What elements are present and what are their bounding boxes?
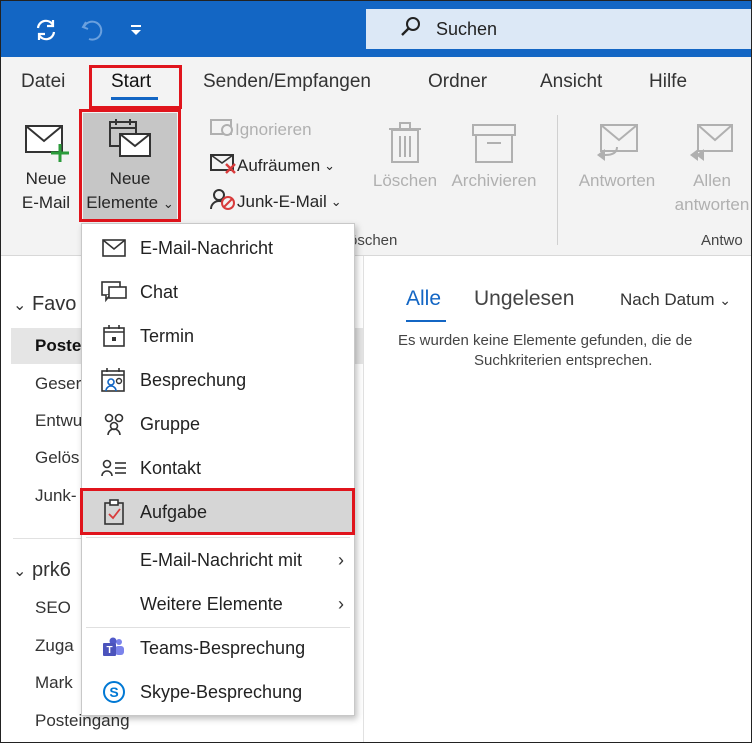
- folder-item-zuga[interactable]: Zuga: [35, 636, 74, 656]
- folder-item-sent[interactable]: Geser: [35, 374, 81, 394]
- menu-item-meeting[interactable]: Besprechung: [82, 358, 354, 402]
- teams-icon: T: [100, 635, 128, 661]
- highlight-start-tab: [89, 65, 182, 109]
- account-header[interactable]: ⌄ prk6: [13, 559, 71, 582]
- message-list: Alle Ungelesen Nach Datum ⌄ Es wurden ke…: [364, 256, 751, 742]
- menu-item-chat[interactable]: Chat: [82, 270, 354, 314]
- highlight-new-items-button: [79, 109, 181, 222]
- meeting-icon: [100, 367, 128, 393]
- junk-button[interactable]: Junk-E-Mail ⌄: [209, 187, 342, 216]
- archive-button[interactable]: Archivieren: [445, 117, 543, 193]
- folder-item-inbox[interactable]: Poste: [35, 336, 81, 356]
- outlook-window: Suchen Datei Start Senden/Empfangen Ordn…: [0, 0, 752, 743]
- mail-icon: [100, 235, 128, 261]
- menu-item-email-with[interactable]: E-Mail-Nachricht mit ›: [82, 538, 354, 582]
- reply-label: Antworten: [578, 171, 656, 190]
- chevron-down-icon: ⌄: [13, 563, 27, 580]
- filter-all-underline: [406, 320, 446, 322]
- empty-message-line-2: Suchkriterien entsprechen.: [474, 352, 653, 369]
- delete-label: Löschen: [372, 171, 438, 190]
- reply-all-button[interactable]: Allen antworten: [667, 117, 751, 217]
- folder-item-drafts[interactable]: Entwu: [35, 411, 82, 431]
- tab-ansicht[interactable]: Ansicht: [540, 71, 602, 93]
- new-email-label-2: E-Mail: [21, 193, 71, 212]
- customize-quick-access-icon[interactable]: [121, 15, 151, 45]
- junk-label: Junk-E-Mail: [237, 191, 327, 211]
- chevron-right-icon: ›: [338, 549, 344, 570]
- chat-icon: [100, 279, 128, 305]
- reply-button[interactable]: Antworten: [571, 117, 663, 193]
- highlight-task-item: [80, 488, 355, 535]
- group-icon: [100, 411, 128, 437]
- cleanup-button[interactable]: Aufräumen ⌄: [209, 152, 335, 179]
- junk-icon: [209, 187, 237, 216]
- menu-item-contact[interactable]: Kontakt: [82, 446, 354, 490]
- skype-icon: S: [100, 679, 128, 705]
- cleanup-icon: [209, 152, 237, 179]
- chevron-right-icon: ›: [338, 593, 344, 614]
- reply-all-label-1: Allen: [693, 171, 731, 190]
- ignore-button[interactable]: Ignorieren: [209, 117, 312, 142]
- new-items-menu: E-Mail-Nachricht Chat Termin Besprechung…: [81, 223, 355, 716]
- menu-item-appointment[interactable]: Termin: [82, 314, 354, 358]
- delete-button[interactable]: Löschen: [369, 117, 441, 193]
- svg-text:T: T: [106, 645, 112, 656]
- chevron-down-icon: ⌄: [13, 297, 27, 314]
- reply-all-label-2: antworten: [674, 195, 750, 214]
- undo-icon[interactable]: [77, 15, 107, 45]
- cleanup-label: Aufräumen: [237, 155, 321, 175]
- contact-icon: [100, 455, 128, 481]
- folder-item-mark[interactable]: Mark: [35, 673, 73, 693]
- search-label: Suchen: [436, 18, 498, 39]
- new-email-label-1: Neue: [25, 169, 67, 188]
- menu-item-email[interactable]: E-Mail-Nachricht: [82, 226, 354, 270]
- tab-hilfe[interactable]: Hilfe: [649, 71, 687, 93]
- empty-message-line-1: Es wurden keine Elemente gefunden, die d…: [398, 332, 693, 349]
- folder-item-seo[interactable]: SEO: [35, 598, 71, 618]
- ribbon-separator: [557, 115, 558, 245]
- reply-icon: [571, 117, 663, 169]
- menu-item-more-items[interactable]: Weitere Elemente ›: [82, 582, 354, 626]
- favorites-header[interactable]: ⌄ Favo: [13, 293, 76, 316]
- menu-item-teams-meeting[interactable]: T Teams-Besprechung: [82, 626, 354, 670]
- chevron-down-icon: ⌄: [719, 292, 731, 308]
- respond-group-label: Antwo: [701, 232, 743, 249]
- sync-icon[interactable]: [31, 15, 61, 45]
- filter-unread-tab[interactable]: Ungelesen: [474, 287, 574, 311]
- archive-label: Archivieren: [451, 171, 537, 190]
- chevron-down-icon: ⌄: [324, 157, 336, 173]
- calendar-icon: [100, 323, 128, 349]
- svg-text:S: S: [109, 684, 118, 700]
- tab-datei[interactable]: Datei: [21, 71, 65, 93]
- reply-all-icon: [667, 117, 751, 169]
- tab-senden-empfangen[interactable]: Senden/Empfangen: [203, 71, 371, 93]
- search-box[interactable]: Suchen: [366, 9, 751, 49]
- ignore-icon: [209, 117, 235, 142]
- delete-group-label: öschen: [349, 232, 398, 249]
- title-bar: Suchen: [1, 1, 751, 57]
- search-icon: [400, 16, 422, 43]
- sort-dropdown[interactable]: Nach Datum ⌄: [620, 290, 731, 310]
- tab-ordner[interactable]: Ordner: [428, 71, 487, 93]
- menu-item-group[interactable]: Gruppe: [82, 402, 354, 446]
- menu-item-skype-meeting[interactable]: S Skype-Besprechung: [82, 670, 354, 714]
- ignore-label: Ignorieren: [235, 119, 312, 139]
- archive-icon: [445, 117, 543, 169]
- chevron-down-icon: ⌄: [330, 193, 342, 209]
- folder-item-junk[interactable]: Junk-: [35, 486, 77, 506]
- new-mail-icon: [15, 117, 77, 167]
- new-email-button[interactable]: Neue E-Mail: [15, 117, 77, 215]
- trash-icon: [369, 117, 441, 169]
- filter-all-tab[interactable]: Alle: [406, 287, 441, 311]
- folder-item-deleted[interactable]: Gelös: [35, 448, 79, 468]
